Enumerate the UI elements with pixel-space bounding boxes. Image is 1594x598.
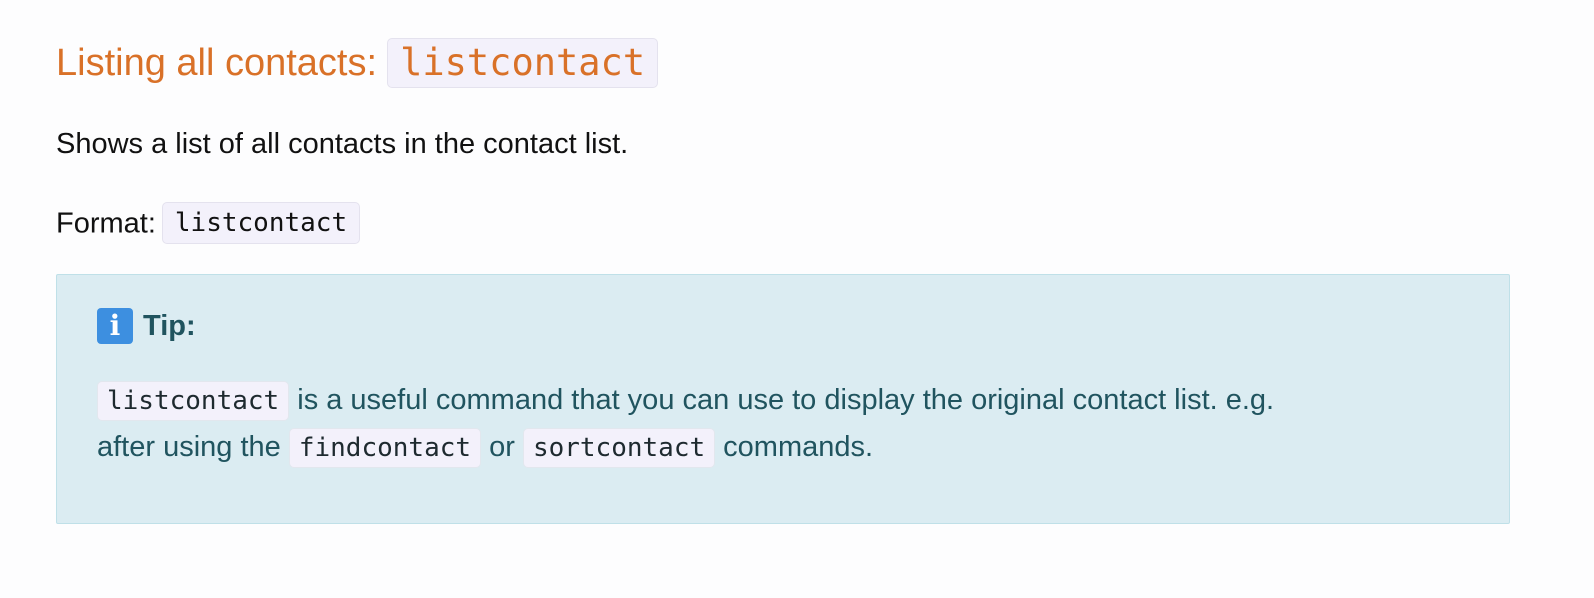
format-line: Format: listcontact [56,200,361,245]
tip-text-2: after using the [97,431,289,463]
tip-code-listcontact: listcontact [97,381,290,421]
tip-body: listcontact is a useful command that you… [97,377,1477,471]
info-icon: i [97,308,133,344]
tip-code-sortcontact: sortcontact [522,428,716,468]
section-heading-text: Listing all contacts: [56,41,378,84]
tip-body-line-2: after using the findcontact or sortconta… [97,424,1477,471]
tip-text-1: is a useful command that you can use to … [289,384,1275,416]
tip-header: i Tip: [97,307,196,345]
format-command-code: listcontact [161,202,361,245]
document-page: Listing all contacts: listcontact Shows a… [0,0,1594,598]
tip-text-3: or [481,431,523,463]
format-label: Format: [56,207,156,240]
tip-code-findcontact: findcontact [288,428,482,468]
command-description: Shows a list of all contacts in the cont… [56,128,629,160]
tip-title: Tip: [143,309,196,342]
tip-box: i Tip: listcontact is a useful command t… [56,274,1510,524]
heading-command-code: listcontact [387,37,659,88]
tip-text-4: commands. [715,431,874,463]
tip-body-line-1: listcontact is a useful command that you… [97,377,1477,424]
section-heading: Listing all contacts: listcontact [56,32,659,92]
